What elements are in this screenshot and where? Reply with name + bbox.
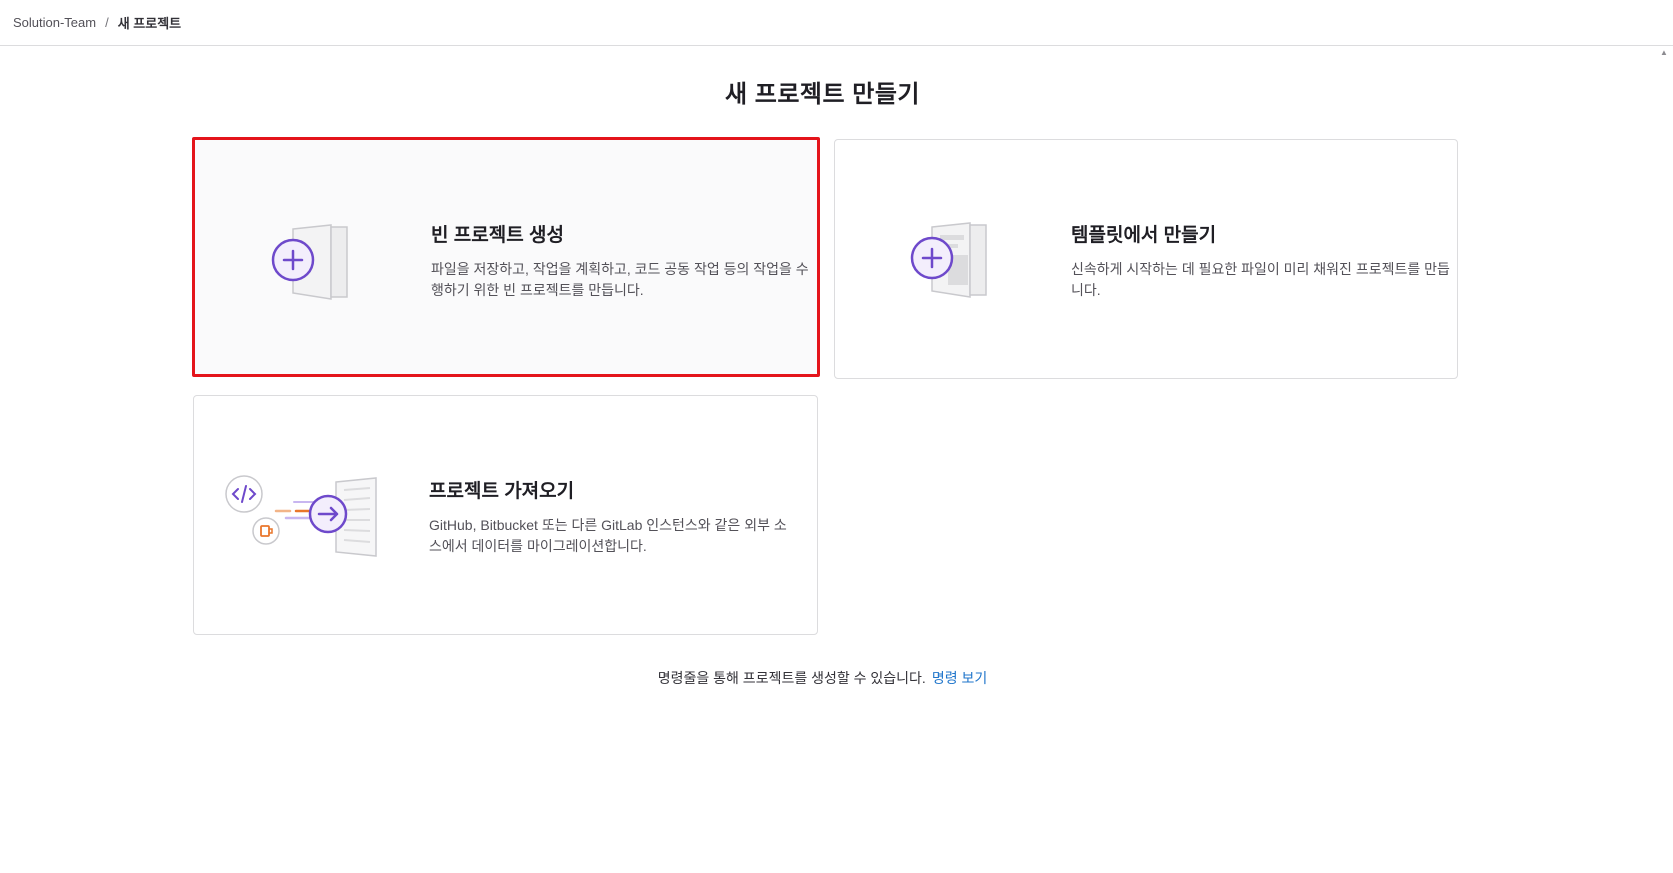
breadcrumb-current-page: 새 프로젝트	[117, 16, 182, 31]
blank-project-description: 파일을 저장하고, 작업을 계획하고, 코드 공동 작업 등의 작업을 수행하기…	[431, 261, 809, 298]
breadcrumb-group-link[interactable]: Solution-Team	[13, 15, 96, 30]
import-project-illustration-icon	[224, 474, 394, 563]
template-project-illustration-icon	[910, 217, 992, 304]
create-from-template-card[interactable]: 템플릿에서 만들기 신속하게 시작하는 데 필요한 파일이 미리 채워진 프로젝…	[834, 139, 1458, 379]
import-project-description: GitHub, Bitbucket 또는 다른 GitLab 인스턴스와 같은 …	[429, 517, 787, 554]
scrollbar-up-arrow-icon[interactable]: ▲	[1659, 49, 1669, 57]
import-project-text: 프로젝트 가져오기 GitHub, Bitbucket 또는 다른 GitLab…	[429, 476, 799, 557]
template-project-title: 템플릿에서 만들기	[1071, 225, 1217, 246]
top-bar: Solution-Team / 새 프로젝트	[0, 0, 1673, 46]
import-project-card[interactable]: 프로젝트 가져오기 GitHub, Bitbucket 또는 다른 GitLab…	[193, 395, 818, 635]
command-line-hint-text: 명령줄을 통해 프로젝트를 생성할 수 있습니다.	[657, 670, 926, 686]
template-project-text: 템플릿에서 만들기 신속하게 시작하는 데 필요한 파일이 미리 채워진 프로젝…	[1071, 220, 1451, 301]
create-blank-project-card[interactable]: 빈 프로젝트 생성 파일을 저장하고, 작업을 계획하고, 코드 공동 작업 등…	[192, 137, 820, 377]
import-project-title: 프로젝트 가져오기	[429, 481, 575, 502]
blank-project-title: 빈 프로젝트 생성	[431, 225, 564, 246]
breadcrumb: Solution-Team / 새 프로젝트	[13, 13, 181, 32]
view-commands-link[interactable]: 명령 보기	[932, 670, 987, 686]
blank-project-illustration-icon	[271, 219, 353, 306]
template-project-description: 신속하게 시작하는 데 필요한 파일이 미리 채워진 프로젝트를 만듭니다.	[1071, 261, 1450, 298]
page-title: 새 프로젝트 만들기	[725, 81, 920, 108]
blank-project-text: 빈 프로젝트 생성 파일을 저장하고, 작업을 계획하고, 코드 공동 작업 등…	[431, 220, 811, 301]
breadcrumb-separator: /	[105, 15, 109, 30]
command-line-hint: 명령줄을 통해 프로젝트를 생성할 수 있습니다. 명령 보기	[0, 668, 1645, 688]
